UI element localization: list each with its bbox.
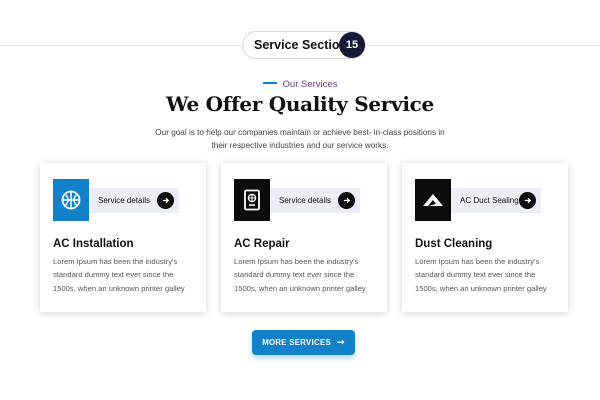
- service-details-link[interactable]: AC Duct Sealing: [451, 188, 541, 213]
- service-details-link[interactable]: Service details: [89, 188, 179, 213]
- service-card: Service details AC Installation Lorem Ip…: [40, 163, 206, 312]
- section-label: Service Section: [254, 38, 348, 52]
- page-title: We Offer Quality Service: [166, 92, 434, 116]
- arrow-right-icon[interactable]: [519, 192, 536, 209]
- eyebrow-text: Our Services: [282, 79, 338, 90]
- service-title: Dust Cleaning: [415, 238, 493, 250]
- mountain-icon: [423, 194, 443, 206]
- eyebrow-dash: [262, 82, 277, 85]
- arrow-right-icon[interactable]: [338, 192, 355, 209]
- service-icon-box: [53, 179, 89, 221]
- section-badge: Service Section 15: [242, 31, 366, 59]
- more-services-label: MORE SERVICES: [262, 338, 331, 347]
- service-details-label: Service details: [279, 196, 332, 205]
- service-card: AC Duct Sealing Dust Cleaning Lorem Ipsu…: [402, 163, 568, 312]
- more-services-button[interactable]: MORE SERVICES ➞: [252, 330, 355, 355]
- service-title: AC Repair: [234, 238, 290, 250]
- eyebrow: Our Services: [0, 79, 600, 90]
- service-details-link[interactable]: Service details: [270, 188, 360, 213]
- section-number: 15: [339, 32, 365, 58]
- passport-icon: [244, 189, 260, 211]
- service-icon-box: [234, 179, 270, 221]
- arrow-right-icon[interactable]: [157, 192, 174, 209]
- service-details-label: AC Duct Sealing: [460, 196, 519, 205]
- service-description: Lorem Ipsum has been the industry's stan…: [53, 257, 185, 293]
- basketball-icon: [61, 190, 81, 210]
- page-subtitle: Our goal is to help our companies mainta…: [155, 128, 445, 150]
- service-title: AC Installation: [53, 238, 134, 250]
- service-description: Lorem Ipsum has been the industry's stan…: [415, 257, 547, 293]
- arrow-right-icon: ➞: [336, 337, 345, 347]
- service-details-label: Service details: [98, 196, 151, 205]
- service-card: Service details AC Repair Lorem Ipsum ha…: [221, 163, 387, 312]
- service-icon-box: [415, 179, 451, 221]
- service-description: Lorem Ipsum has been the industry's stan…: [234, 257, 366, 293]
